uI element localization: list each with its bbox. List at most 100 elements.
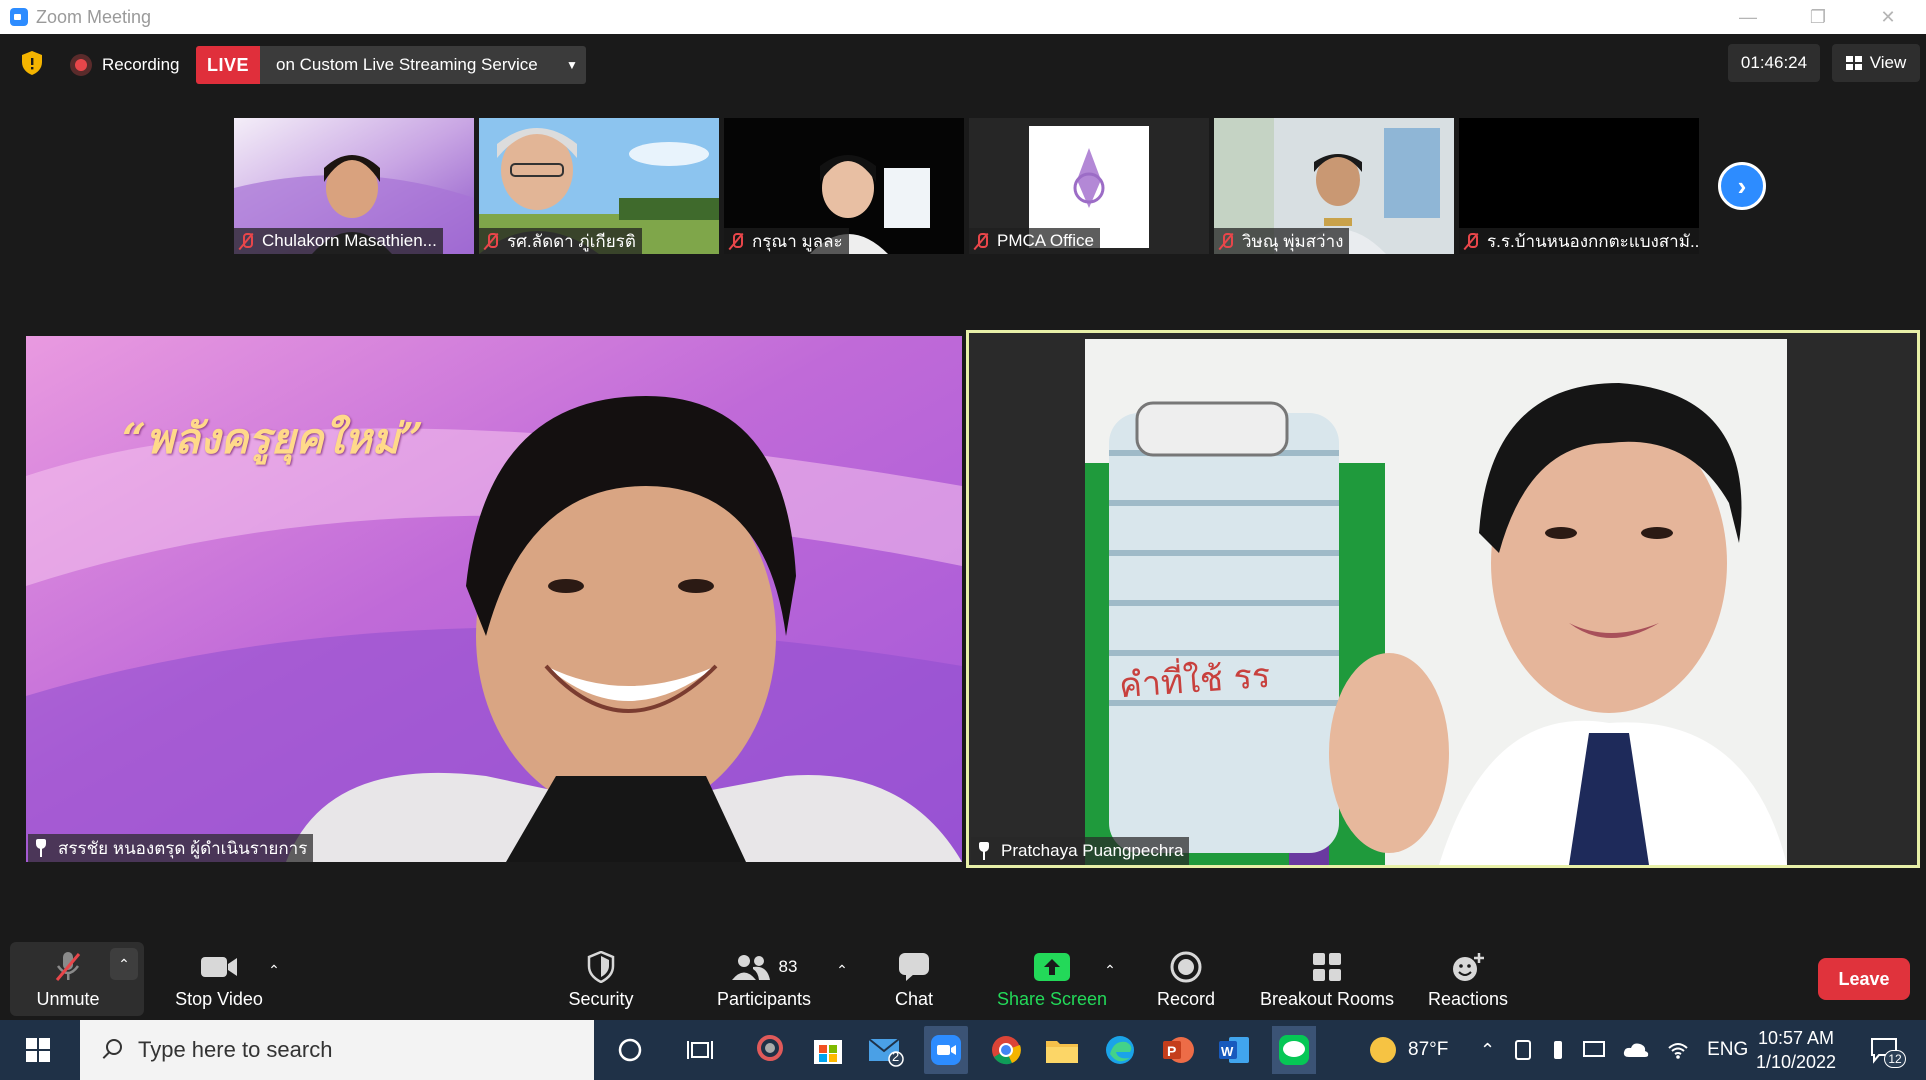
weather-widget[interactable]: 87°F	[1368, 1020, 1448, 1080]
record-icon	[1170, 949, 1202, 985]
restore-button[interactable]: ❐	[1790, 0, 1846, 34]
sun-weather-icon	[1370, 1037, 1396, 1063]
participant-thumbnail[interactable]: Chulakorn Masathien...	[234, 118, 474, 254]
participant-name: วิษณุ พุ่มสว่าง	[1242, 231, 1344, 251]
share-options-caret-icon[interactable]: ⌃	[1098, 958, 1122, 982]
muted-mic-icon	[728, 232, 744, 250]
smiley-plus-icon	[1451, 949, 1485, 985]
window-title: Zoom Meeting	[36, 6, 152, 27]
live-stream-menu[interactable]: LIVE on Custom Live Streaming Service ▼	[196, 46, 586, 84]
participant-thumbnail[interactable]: PMCA Office	[969, 118, 1209, 254]
recording-dot-icon	[70, 54, 92, 76]
windows-start-icon[interactable]	[26, 1038, 50, 1062]
notifications-icon[interactable]: 12	[1866, 1032, 1906, 1068]
security-button[interactable]: Security	[558, 938, 644, 1020]
svg-text:W: W	[1221, 1044, 1234, 1059]
muted-mic-icon	[1218, 232, 1234, 250]
shield-icon	[587, 949, 615, 985]
muted-mic-icon	[1463, 232, 1479, 250]
participant-name-tag: รศ.ลัดดา ภู่เกียรติ	[479, 228, 642, 254]
search-icon	[100, 1039, 122, 1061]
clock-time: 10:57 AM	[1757, 1028, 1835, 1048]
breakout-rooms-icon	[1312, 949, 1342, 985]
next-page-button[interactable]: ›	[1718, 162, 1766, 210]
chevron-right-icon: ›	[1737, 170, 1747, 201]
windows-taskbar: Type here to search 2 P W 87°F ⌃ ENG 10:…	[0, 1020, 1926, 1080]
meeting-toolbar: Unmute ⌃ Stop Video ⌃ Security 83 Partic…	[6, 938, 1920, 1020]
usb-drive-icon[interactable]	[1551, 1039, 1565, 1061]
zoom-app-icon	[10, 8, 28, 26]
meeting-area: Recording LIVE on Custom Live Streaming …	[6, 34, 1920, 1020]
chat-label: Chat	[894, 988, 934, 1009]
encryption-shield-icon[interactable]	[20, 50, 44, 76]
participant-thumbnail[interactable]: วิษณุ พุ่มสว่าง	[1214, 118, 1454, 254]
zoom-taskbar-icon[interactable]	[924, 1026, 968, 1074]
pin-icon	[34, 839, 48, 857]
notification-count-badge: 12	[1884, 1050, 1906, 1068]
recording-indicator[interactable]: Recording	[70, 50, 180, 80]
participants-icon-group: 83	[731, 949, 798, 985]
unmute-button[interactable]: Unmute	[20, 938, 116, 1020]
participant-thumbnail[interactable]: ร.ร.บ้านหนองกกตะแบงสามั...	[1459, 118, 1699, 254]
wifi-icon[interactable]	[1667, 1040, 1689, 1060]
device-icon[interactable]	[1513, 1039, 1533, 1061]
photoscape-app-icon[interactable]	[752, 1032, 788, 1068]
minimize-button[interactable]: —	[1720, 0, 1776, 34]
video-tile-active-speaker[interactable]: คำที่ใช้ รร Pratchaya Puangpechra	[966, 330, 1920, 868]
video-options-caret-icon[interactable]: ⌃	[262, 958, 286, 982]
participants-options-caret-icon[interactable]: ⌃	[830, 958, 854, 982]
mail-app-icon[interactable]: 2	[868, 1032, 904, 1068]
recording-label: Recording	[102, 55, 180, 74]
stop-video-button[interactable]: Stop Video	[164, 938, 274, 1020]
chat-bubble-icon	[898, 949, 930, 985]
microsoft-store-icon[interactable]	[810, 1032, 846, 1068]
participant-name: สรรชัย หนองตรุด ผู้ดำเนินรายการ	[58, 838, 308, 858]
participant-name: Pratchaya Puangpechra	[1001, 841, 1184, 860]
share-screen-label: Share Screen	[996, 988, 1108, 1009]
view-button[interactable]: View	[1832, 44, 1920, 82]
powerpoint-icon[interactable]: P	[1160, 1032, 1196, 1068]
line-app-icon[interactable]	[1272, 1026, 1316, 1074]
chat-button[interactable]: Chat	[874, 938, 954, 1020]
reactions-button[interactable]: Reactions	[1418, 938, 1518, 1020]
participant-name-tag: ร.ร.บ้านหนองกกตะแบงสามั...	[1459, 228, 1699, 254]
caret-down-icon: ▼	[566, 58, 578, 72]
participant-name-tag: PMCA Office	[969, 228, 1100, 254]
people-icon	[731, 954, 770, 980]
participant-thumbnail[interactable]: รศ.ลัดดา ภู่เกียรติ	[479, 118, 719, 254]
leave-button[interactable]: Leave	[1818, 958, 1910, 1000]
taskbar-search-box[interactable]: Type here to search	[80, 1020, 594, 1080]
participants-button[interactable]: 83 Participants	[706, 938, 822, 1020]
participant-name: รศ.ลัดดา ภู่เกียรติ	[507, 231, 636, 251]
muted-mic-icon	[238, 232, 254, 250]
audio-options-caret-icon[interactable]: ⌃	[112, 952, 136, 976]
participant-name: กรุณา มูลละ	[752, 231, 843, 251]
live-service-label: on Custom Live Streaming Service	[276, 55, 538, 74]
onedrive-cloud-icon[interactable]	[1623, 1041, 1649, 1059]
share-screen-icon	[1034, 949, 1070, 985]
tray-overflow-chevron-icon[interactable]: ⌃	[1480, 1040, 1495, 1061]
taskbar-clock[interactable]: 10:57 AM 1/10/2022	[1742, 1026, 1850, 1074]
participant-name-tag: Chulakorn Masathien...	[234, 228, 443, 254]
breakout-rooms-button[interactable]: Breakout Rooms	[1252, 938, 1402, 1020]
edge-icon[interactable]	[1102, 1032, 1138, 1068]
task-view-icon[interactable]	[682, 1032, 718, 1068]
chrome-icon[interactable]	[988, 1032, 1024, 1068]
muted-mic-icon	[483, 232, 499, 250]
participant-thumbnail[interactable]: กรุณา มูลละ	[724, 118, 964, 254]
security-label: Security	[568, 988, 634, 1009]
cortana-icon[interactable]	[612, 1032, 648, 1068]
participant-name: Chulakorn Masathien...	[262, 231, 437, 250]
word-icon[interactable]: W	[1216, 1032, 1252, 1068]
video-tile-host[interactable]: “พลังครูยุคใหม่” สรรชัย หนองตรุด ผู้ดำเน…	[26, 336, 962, 862]
display-icon[interactable]	[1583, 1040, 1606, 1060]
participants-count: 83	[778, 956, 798, 976]
participants-label: Participants	[716, 988, 812, 1009]
record-button[interactable]: Record	[1146, 938, 1226, 1020]
window-title-bar: Zoom Meeting — ❐ ✕	[0, 0, 1926, 34]
close-button[interactable]: ✕	[1860, 0, 1916, 34]
breakout-rooms-label: Breakout Rooms	[1259, 988, 1395, 1009]
share-screen-button[interactable]: Share Screen	[992, 938, 1112, 1020]
mail-badge-count: 2	[892, 1049, 900, 1064]
file-explorer-icon[interactable]	[1044, 1032, 1080, 1068]
